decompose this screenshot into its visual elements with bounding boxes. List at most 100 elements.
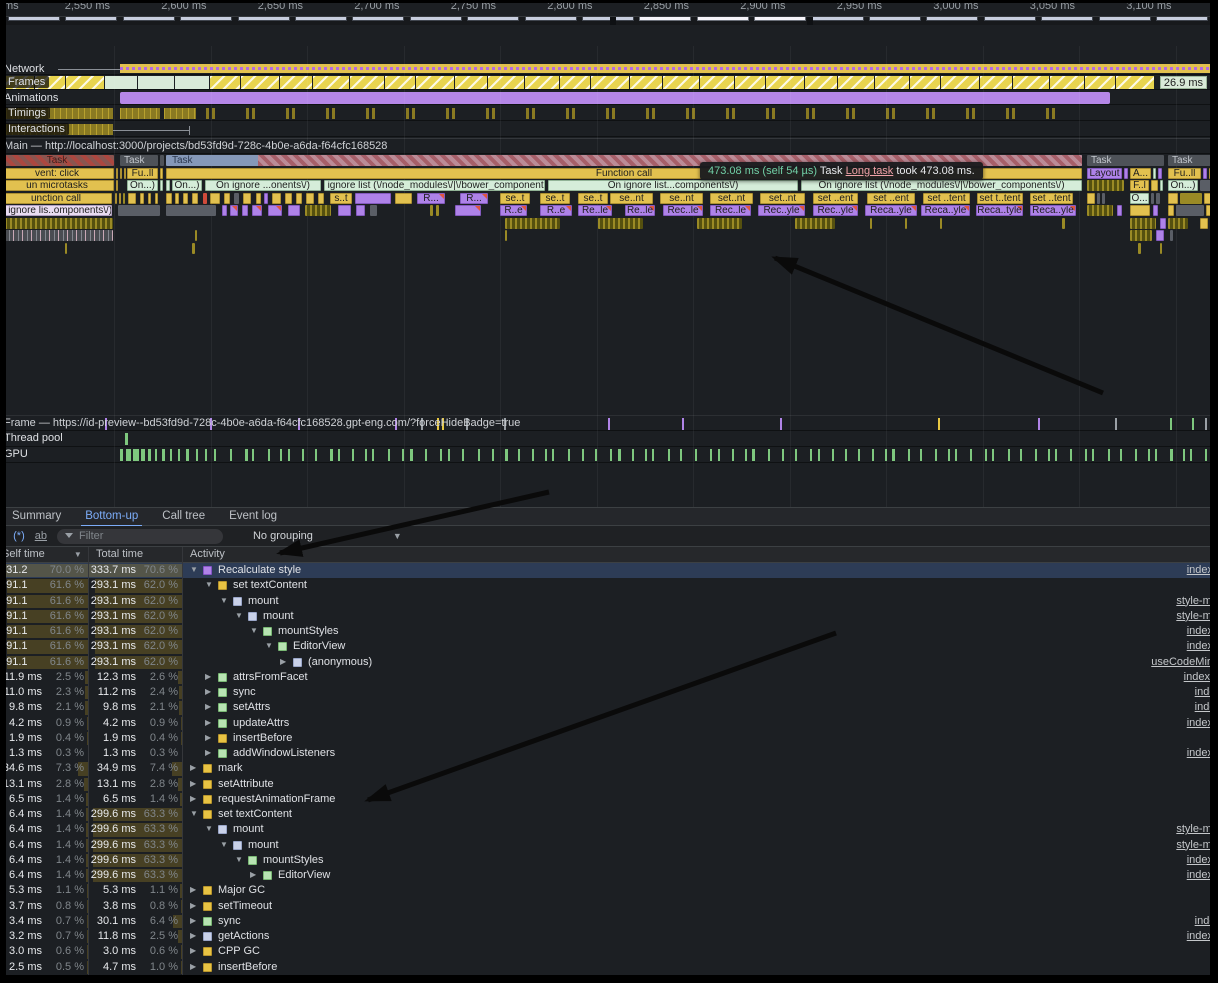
flame-bar[interactable] (697, 218, 742, 229)
frame-segment[interactable] (416, 76, 454, 89)
timing-mark[interactable] (972, 108, 975, 119)
frame-segment[interactable] (66, 76, 104, 89)
gpu-activity-tick[interactable] (1120, 449, 1122, 461)
twisty-icon[interactable]: ▼ (235, 855, 243, 864)
flame-bar[interactable] (1153, 205, 1158, 216)
gpu-activity-tick[interactable] (632, 449, 634, 461)
flame-bar[interactable] (285, 193, 292, 204)
activity-name[interactable]: setAttrs (233, 701, 270, 713)
column-activity[interactable]: Activity (190, 548, 225, 560)
gpu-activity-tick[interactable] (302, 449, 304, 461)
flame-bar[interactable]: se..t (578, 193, 608, 204)
twisty-icon[interactable]: ▼ (265, 641, 273, 650)
flame-bar[interactable] (598, 218, 643, 229)
gpu-activity-tick[interactable] (141, 449, 145, 461)
flame-bar[interactable] (230, 205, 238, 216)
flame-bar[interactable] (234, 193, 239, 204)
gpu-activity-tick[interactable] (568, 449, 570, 461)
flame-bar[interactable] (252, 205, 262, 216)
timing-mark[interactable] (452, 108, 455, 119)
flame-bar[interactable] (195, 230, 197, 241)
flame-bar[interactable] (224, 193, 230, 204)
flame-bar[interactable] (1151, 193, 1154, 204)
timing-mark[interactable] (1052, 108, 1055, 119)
flame-bar[interactable] (1180, 193, 1202, 204)
gpu-activity-tick[interactable] (610, 449, 612, 461)
tab-event-log[interactable]: Event log (217, 508, 289, 527)
flame-bar[interactable] (120, 168, 122, 179)
flame-bar[interactable]: un microtasks (0, 180, 114, 191)
twisty-icon[interactable]: ▶ (190, 794, 196, 803)
gpu-activity-tick[interactable] (126, 449, 131, 461)
track-thread-pool[interactable]: Thread pool (0, 431, 1218, 447)
flame-bar[interactable] (430, 205, 433, 216)
frame-event-tick[interactable] (1115, 418, 1117, 430)
flame-bar[interactable] (1160, 218, 1166, 229)
timing-mark[interactable] (612, 108, 615, 119)
gpu-activity-tick[interactable] (196, 449, 198, 461)
twisty-icon[interactable]: ▶ (190, 763, 196, 772)
flame-bar[interactable]: Reca..yle (865, 205, 917, 216)
flame-bar[interactable] (118, 205, 160, 216)
gpu-activity-tick[interactable] (1085, 449, 1087, 461)
flame-bar[interactable] (155, 193, 158, 204)
gpu-activity-tick[interactable] (545, 449, 547, 461)
gpu-activity-tick[interactable] (652, 449, 654, 461)
gpu-activity-tick[interactable] (1135, 449, 1137, 461)
activity-name[interactable]: EditorView (293, 640, 345, 652)
timing-mark[interactable] (926, 108, 929, 119)
gpu-activity-tick[interactable] (1070, 449, 1072, 461)
flame-bar[interactable] (116, 180, 118, 191)
frame-segment[interactable] (838, 76, 874, 89)
activity-name[interactable]: set textContent (233, 579, 307, 591)
frame-segment[interactable] (735, 76, 765, 89)
timing-mark[interactable] (532, 108, 535, 119)
flame-bar[interactable] (905, 218, 907, 229)
flame-bar[interactable]: R... (460, 193, 488, 204)
gpu-activity-tick[interactable] (618, 449, 621, 461)
gpu-activity-tick[interactable] (1092, 449, 1094, 461)
flame-bar[interactable]: vent: click (0, 168, 114, 179)
timing-mark[interactable] (164, 108, 196, 119)
activity-name[interactable]: mountStyles (278, 625, 339, 637)
flame-bar[interactable] (242, 205, 248, 216)
activity-name[interactable]: set textContent (218, 808, 292, 820)
flame-bar[interactable] (1117, 205, 1122, 216)
flame-bar[interactable] (166, 193, 172, 204)
twisty-icon[interactable]: ▶ (205, 702, 211, 711)
flame-bar[interactable] (370, 205, 377, 216)
timing-mark[interactable] (812, 108, 815, 119)
activity-name[interactable]: updateAttrs (233, 717, 289, 729)
gpu-activity-tick[interactable] (1108, 449, 1110, 461)
timing-mark[interactable] (726, 108, 729, 119)
frame-segment[interactable] (241, 76, 279, 89)
gpu-activity-tick[interactable] (732, 449, 734, 461)
flame-bar[interactable] (160, 168, 163, 179)
gpu-activity-tick[interactable] (492, 449, 494, 461)
frame-segment[interactable] (525, 76, 559, 89)
flame-bar[interactable] (166, 205, 216, 216)
twisty-icon[interactable]: ▶ (190, 946, 196, 955)
gpu-activity-tick[interactable] (955, 449, 957, 461)
activity-name[interactable]: mount (233, 823, 264, 835)
gpu-activity-tick[interactable] (695, 449, 697, 461)
gpu-activity-tick[interactable] (338, 449, 340, 461)
gpu-activity-tick[interactable] (186, 449, 189, 461)
gpu-activity-tick[interactable] (448, 449, 450, 461)
flame-bar[interactable]: On ignore list...components\/) (548, 180, 798, 191)
flame-bar[interactable] (1156, 230, 1164, 241)
activity-name[interactable]: mount (248, 595, 279, 607)
twisty-icon[interactable]: ▶ (190, 885, 196, 894)
timing-mark[interactable] (732, 108, 735, 119)
twisty-icon[interactable]: ▶ (250, 870, 256, 879)
gpu-activity-tick[interactable] (410, 449, 413, 461)
flame-bar[interactable]: Task (120, 155, 158, 166)
frame-segment[interactable] (313, 76, 349, 89)
tooltip-long-task-link[interactable]: Long task (846, 165, 894, 177)
flame-bar[interactable] (175, 193, 179, 204)
gpu-activity-tick[interactable] (252, 449, 254, 461)
filter-input[interactable]: Filter (57, 529, 223, 544)
flame-bar[interactable] (148, 193, 151, 204)
flame-bar[interactable] (455, 205, 481, 216)
activity-name[interactable]: EditorView (278, 869, 330, 881)
